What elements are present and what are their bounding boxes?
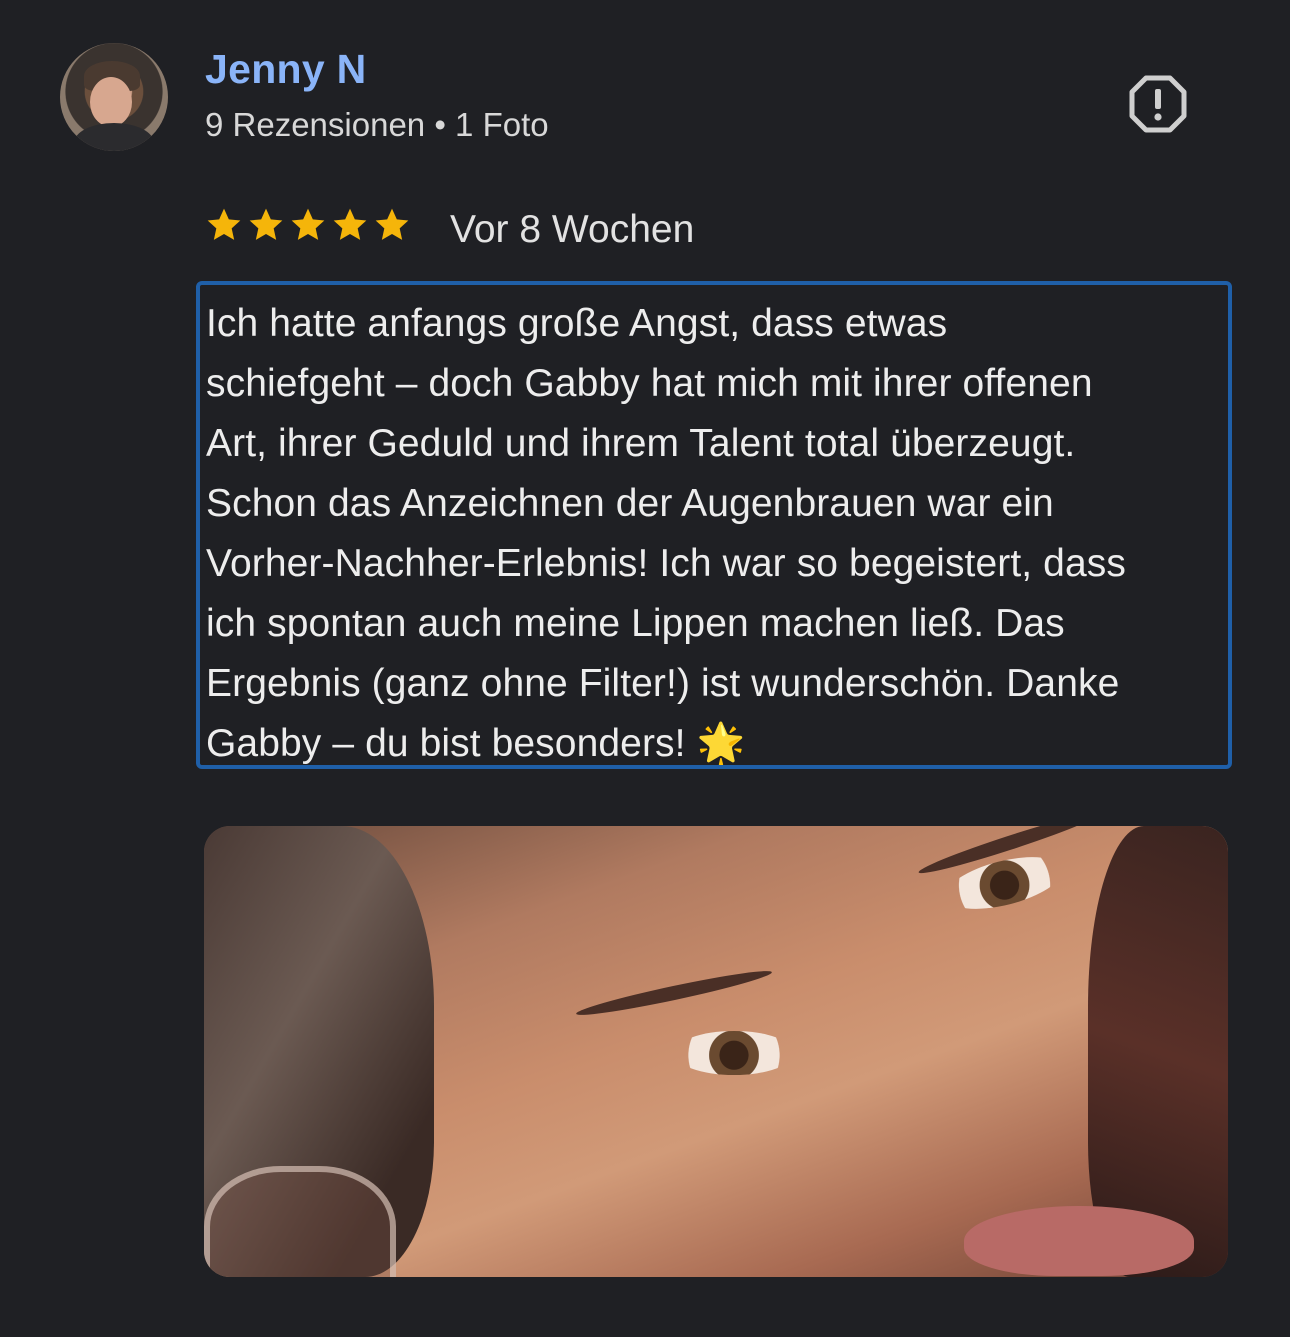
- star-icon: [375, 208, 409, 240]
- photo-eye-left: [674, 1031, 794, 1075]
- review-photo[interactable]: [204, 826, 1228, 1277]
- reviewer-avatar[interactable]: [60, 43, 168, 151]
- star-icon: [249, 208, 283, 240]
- star-icon: [207, 208, 241, 240]
- report-flag-icon[interactable]: [1128, 74, 1188, 134]
- avatar-body: [74, 123, 154, 151]
- avatar-face: [90, 77, 132, 127]
- review-text-highlight: Ich hatte anfangs große Angst, dass etwa…: [196, 281, 1232, 769]
- star-rating: [204, 205, 412, 245]
- review-date: Vor 8 Wochen: [450, 208, 695, 251]
- photo-lips: [964, 1206, 1194, 1276]
- review-text: Ich hatte anfangs große Angst, dass etwa…: [206, 302, 1126, 765]
- photo-brow-left: [574, 965, 774, 1021]
- reviewer-name[interactable]: Jenny N: [205, 46, 367, 93]
- reviewer-meta: 9 Rezensionen • 1 Foto: [205, 106, 549, 143]
- review-card: Jenny N 9 Rezensionen • 1 Foto Vor 8 Woc…: [0, 0, 1290, 1337]
- photo-glass: [204, 1166, 396, 1277]
- star-icon: [333, 208, 367, 240]
- star-icon: [291, 208, 325, 240]
